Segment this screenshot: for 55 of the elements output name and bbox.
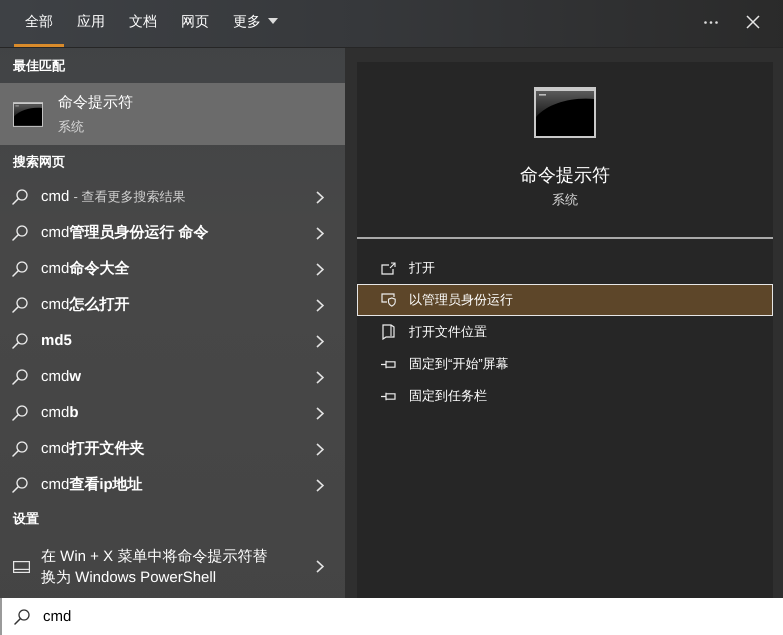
search-suggestion[interactable]: cmd管理员身份运行 命令 <box>0 215 345 251</box>
shield-icon <box>381 293 396 307</box>
section-heading: 搜索网页 <box>12 153 66 172</box>
action-item[interactable]: 打开 <box>357 252 773 284</box>
search-suggestion[interactable]: cmd打开文件夹 <box>0 431 345 467</box>
search-icon <box>12 225 28 241</box>
tab[interactable]: 文档 <box>118 0 168 47</box>
action-item[interactable]: 固定到“开始”屏幕 <box>357 348 773 380</box>
search-suggestion[interactable]: cmd - 查看更多搜索结果 <box>0 179 345 215</box>
search-icon <box>12 441 28 457</box>
chevron-icon <box>316 442 324 456</box>
console-window-icon <box>13 102 43 126</box>
search-suggestion[interactable]: cmd查看ip地址 <box>0 467 345 503</box>
pin-icon <box>381 392 396 400</box>
search-suggestion[interactable]: cmd命令大全 <box>0 251 345 287</box>
section-heading: 最佳匹配 <box>12 56 66 75</box>
search-icon <box>12 261 28 277</box>
screen-icon <box>13 560 30 572</box>
chevron-icon <box>316 190 324 204</box>
section-heading: 设置 <box>12 510 40 528</box>
console-window-icon <box>534 87 596 138</box>
open-external-icon <box>381 262 396 274</box>
chevron-icon <box>316 406 324 420</box>
search-icon <box>12 297 28 313</box>
detail-title: 命令提示符 <box>520 164 610 187</box>
tab[interactable]: 应用 <box>66 0 116 47</box>
action-item[interactable]: 固定到任务栏 <box>357 380 773 412</box>
action-item[interactable]: 以管理员身份运行 <box>357 284 773 316</box>
search-icon <box>12 477 28 493</box>
chevron-icon <box>316 298 324 312</box>
search-suggestion[interactable]: cmd怎么打开 <box>0 287 345 323</box>
search-suggestion[interactable]: cmdb <box>0 395 345 431</box>
chevron-icon <box>316 226 324 240</box>
search-icon <box>12 405 28 421</box>
chevron-icon <box>316 370 324 384</box>
search-icon <box>12 369 28 385</box>
settings-result[interactable]: 在 Win + X 菜单中将命令提示符替换为 Windows PowerShell <box>0 535 345 598</box>
best-match-item[interactable]: 命令提示符 系统 <box>0 83 345 145</box>
pin-icon <box>381 360 396 368</box>
chevron-icon <box>316 334 324 348</box>
search-icon <box>14 608 30 624</box>
action-item[interactable]: 打开文件位置 <box>357 316 773 348</box>
chevron-icon <box>316 478 324 492</box>
search-icon <box>12 189 28 205</box>
chevron-icon <box>316 560 324 573</box>
detail-subtitle: 系统 <box>552 191 578 209</box>
close-icon <box>746 15 760 29</box>
more-icon <box>704 20 718 24</box>
chevron-icon <box>316 262 324 276</box>
search-suggestion[interactable]: cmdw <box>0 359 345 395</box>
door-icon <box>382 324 395 340</box>
tab[interactable]: 网页 <box>170 0 220 47</box>
search-suggestion[interactable]: md5 <box>0 323 345 359</box>
tab[interactable]: 更多 <box>222 0 289 47</box>
search-icon <box>12 333 28 349</box>
